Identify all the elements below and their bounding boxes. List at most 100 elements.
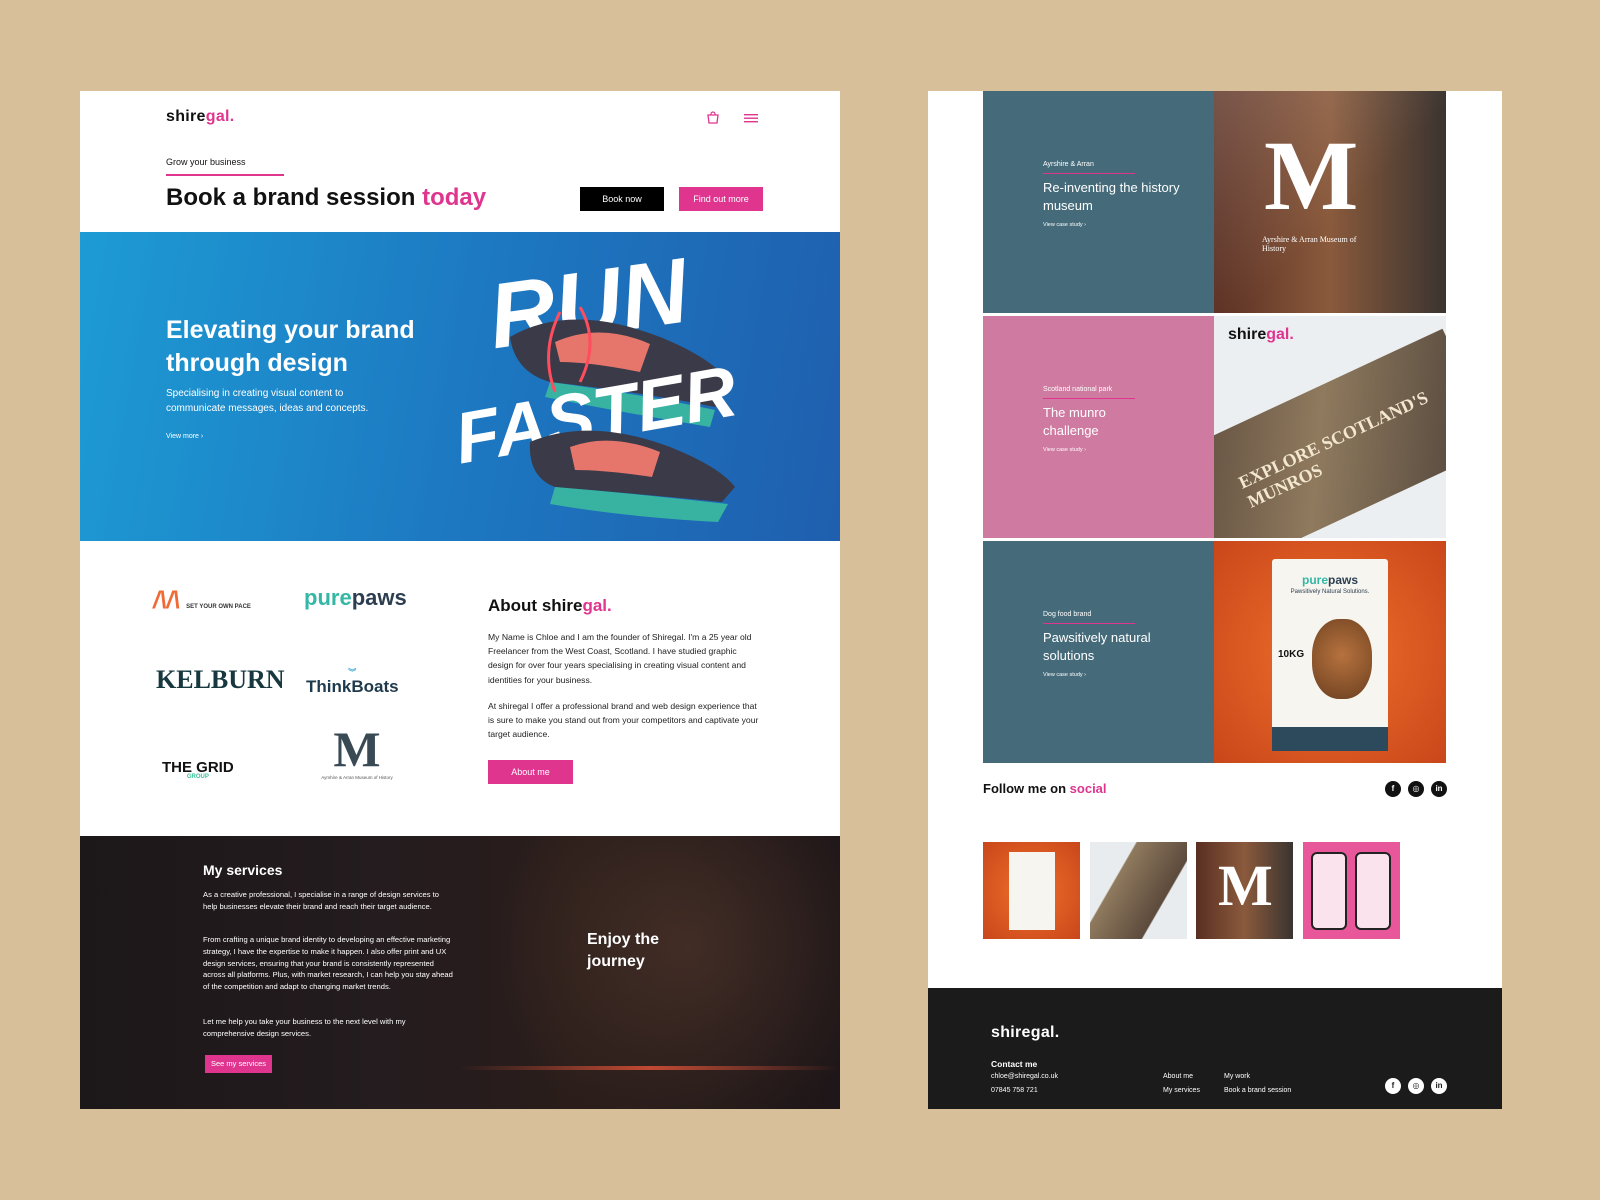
linkedin-icon[interactable]: in: [1431, 1078, 1447, 1094]
thumb-bag: [1009, 852, 1055, 930]
services-tagline: Enjoy the journey: [587, 931, 660, 971]
sop-mark: /\/\: [153, 587, 180, 614]
bag-tagline: Pawsitively Natural Solutions.: [1290, 589, 1370, 595]
instagram-icon[interactable]: ◎: [1408, 1078, 1424, 1094]
services-title: My services: [203, 862, 283, 878]
footer-link-about-me[interactable]: About me: [1163, 1073, 1193, 1080]
view-case-study-link[interactable]: View case study ›: [1043, 672, 1086, 678]
services-section: My services As a creative professional, …: [80, 836, 840, 1109]
footer-link-book-session[interactable]: Book a brand session: [1224, 1087, 1291, 1094]
footer-email[interactable]: chloe@shiregal.co.uk: [991, 1073, 1058, 1080]
client-logo-kelburn: KELBURN: [156, 665, 285, 694]
services-paragraph-3: Let me help you take your business to th…: [203, 1017, 406, 1038]
menu-icon[interactable]: [743, 111, 759, 125]
eyebrow-underline: [166, 174, 284, 176]
hero-title: Elevating your brand through design: [166, 316, 415, 377]
follow-title: Follow me on social: [983, 781, 1107, 796]
munro-logo-accent: gal.: [1266, 326, 1294, 343]
cta-heading: Book a brand session today: [166, 184, 486, 212]
thumb-museum-mark: M: [1218, 853, 1273, 918]
sneaker-hero-image: RUN FASTER: [460, 239, 742, 522]
facebook-icon[interactable]: f: [1385, 781, 1401, 797]
site-footer: shiregal. Contact me chloe@shiregal.co.u…: [928, 988, 1502, 1109]
thinkboats-chevron-icon: ︾: [348, 668, 357, 677]
phone-mockup-2: [1355, 852, 1391, 930]
case-study-purepaws[interactable]: Dog food brand Pawsitively natural solut…: [983, 541, 1214, 763]
museum-image-text: Ayrshire & Arran Museum of History: [1262, 235, 1357, 253]
case-underline: [1043, 398, 1135, 399]
light-trail: [460, 1066, 840, 1070]
about-paragraph-2: At shiregal I offer a professional brand…: [488, 701, 759, 740]
client-logo-set-your-own-pace: /\/\ SET YOUR OWN PACE: [153, 587, 251, 615]
about-title-main: About: [488, 596, 542, 615]
bag-logo-b: paws: [1328, 573, 1359, 587]
case-study-munro[interactable]: Scotland national park The munro challen…: [983, 316, 1214, 538]
footer-link-my-work[interactable]: My work: [1224, 1073, 1250, 1080]
client-logo-thinkboats: ︾ ThinkBoats: [306, 669, 399, 697]
book-now-button[interactable]: Book now: [580, 187, 664, 211]
case-title: Re-inventing the history museum: [1043, 180, 1180, 213]
case-tag: Ayrshire & Arran: [1043, 161, 1094, 168]
about-title-logo-b: gal.: [582, 596, 612, 615]
bag-icon[interactable]: [705, 111, 721, 125]
case-tag: Dog food brand: [1043, 611, 1092, 618]
footer-phone[interactable]: 07845 758 721: [991, 1087, 1038, 1094]
museum-m-mark: M: [1264, 120, 1359, 231]
social-thumb-museum[interactable]: M: [1196, 842, 1293, 939]
bag-weight: 10KG: [1278, 649, 1305, 660]
bag-footer-band: [1272, 727, 1388, 751]
eyebrow-text: Grow your business: [166, 157, 246, 167]
case-study-museum[interactable]: Ayrshire & Arran Re-inventing the histor…: [983, 91, 1214, 313]
follow-social-icons: f ◎ in: [1385, 781, 1447, 797]
footer-social-icons: f ◎ in: [1385, 1078, 1447, 1094]
about-title: About shiregal.: [488, 596, 612, 616]
work-page-mockup: Ayrshire & Arran Re-inventing the histor…: [928, 91, 1502, 1109]
case-title: The munro challenge: [1043, 405, 1106, 438]
phone-mockup-1: [1311, 852, 1347, 930]
case-title: Pawsitively natural solutions: [1043, 630, 1151, 663]
hero-banner: Elevating your brand through design Spec…: [80, 232, 840, 541]
munro-image-logo: shiregal.: [1228, 326, 1294, 344]
hero-subtitle: Specialising in creating visual content …: [166, 388, 369, 414]
header-icons: [705, 111, 759, 125]
client-logo-purepaws: purepaws: [304, 585, 407, 611]
footer-link-my-services[interactable]: My services: [1163, 1087, 1200, 1094]
client-logo-museum: M Ayrshire & Arran Museum of History: [312, 723, 402, 780]
about-title-logo-a: shire: [541, 596, 583, 615]
see-my-services-button[interactable]: See my services: [205, 1055, 273, 1073]
social-thumb-purepaws[interactable]: [983, 842, 1080, 939]
facebook-icon[interactable]: f: [1385, 1078, 1401, 1094]
linkedin-icon[interactable]: in: [1431, 781, 1447, 797]
view-case-study-link[interactable]: View case study ›: [1043, 447, 1086, 453]
dog-food-bag: purepaws Pawsitively Natural Solutions. …: [1272, 559, 1388, 751]
munro-case-image: shiregal. EXPLORE SCOTLAND'S MUNROS: [1214, 316, 1446, 538]
services-paragraph-1: As a creative professional, I specialise…: [203, 890, 439, 911]
thinkboats-text: ThinkBoats: [306, 677, 399, 696]
case-tag: Scotland national park: [1043, 386, 1113, 393]
purepaws-text-a: pure: [304, 585, 352, 610]
logo-main-text: shire: [166, 108, 206, 125]
footer-logo[interactable]: shiregal.: [991, 1024, 1060, 1042]
about-me-button[interactable]: About me: [488, 760, 573, 784]
view-case-study-link[interactable]: View case study ›: [1043, 222, 1086, 228]
find-out-more-button[interactable]: Find out more: [679, 187, 763, 211]
case-underline: [1043, 623, 1135, 624]
bag-logo-a: pure: [1301, 573, 1328, 587]
hero-view-more-link[interactable]: View more ›: [166, 433, 203, 440]
services-paragraph-2: From crafting a unique brand identity to…: [203, 935, 453, 992]
museum-text: Ayrshire & Arran Museum of History: [321, 775, 393, 780]
museum-mark: M: [333, 721, 381, 777]
dog-photo: [1312, 619, 1372, 699]
homepage-mockup: shiregal. Grow your business Book a bran…: [80, 91, 840, 1109]
logo-accent-text: gal.: [205, 108, 235, 125]
purepaws-case-image: purepaws Pawsitively Natural Solutions. …: [1214, 541, 1446, 763]
cta-heading-accent: today: [422, 184, 487, 211]
instagram-icon[interactable]: ◎: [1408, 781, 1424, 797]
social-thumb-munro[interactable]: [1090, 842, 1187, 939]
client-logo-the-grid: THE GRID GROUP: [162, 759, 234, 780]
purepaws-text-b: paws: [351, 585, 407, 610]
site-logo[interactable]: shiregal.: [166, 108, 235, 126]
social-thumb-app[interactable]: [1303, 842, 1400, 939]
footer-contact-title: Contact me: [991, 1059, 1038, 1069]
follow-title-main: Follow me on: [983, 781, 1070, 796]
